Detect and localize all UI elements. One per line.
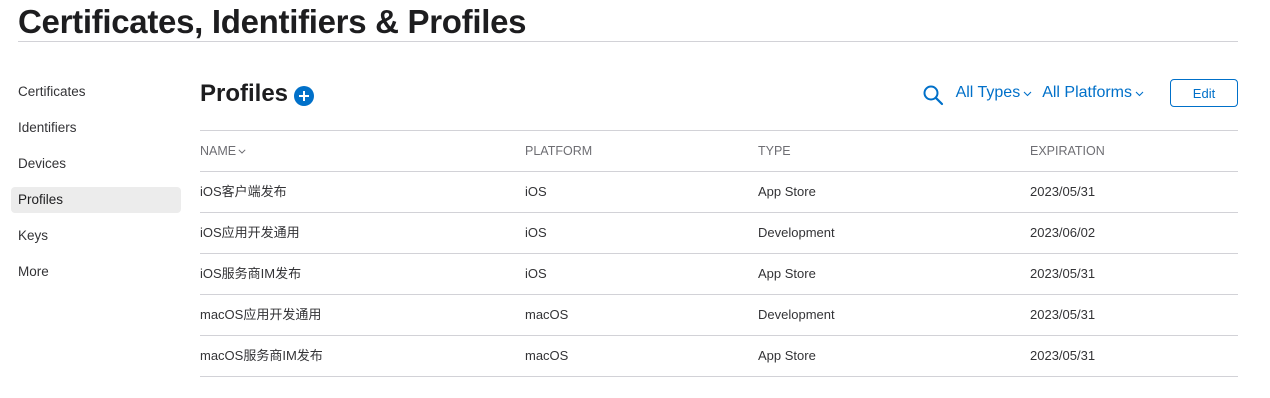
table-header-row: NAME PLATFORM TYPE EXPIRATION xyxy=(200,131,1238,172)
column-header-type: TYPE xyxy=(758,144,791,158)
edit-button[interactable]: Edit xyxy=(1170,79,1238,107)
column-header-name[interactable]: NAME xyxy=(200,131,246,171)
platform-filter-dropdown[interactable]: All Platforms xyxy=(1042,84,1144,102)
type-filter-dropdown[interactable]: All Types xyxy=(956,84,1033,102)
add-profile-icon[interactable] xyxy=(294,85,315,106)
profile-name: iOS应用开发通用 xyxy=(200,225,300,240)
table-row[interactable]: iOS应用开发通用 iOS Development 2023/06/02 xyxy=(200,213,1238,254)
toolbar: All Types All Platforms Edit xyxy=(922,79,1238,107)
sidebar-item-identifiers[interactable]: Identifiers xyxy=(11,115,181,141)
profile-name: iOS服务商IM发布 xyxy=(200,266,302,281)
profile-expiration: 2023/06/02 xyxy=(1030,225,1096,240)
sidebar: Certificates Identifiers Devices Profile… xyxy=(11,79,181,295)
sidebar-item-keys[interactable]: Keys xyxy=(11,223,181,249)
section-title: Profiles xyxy=(200,80,289,107)
chevron-down-icon xyxy=(1135,91,1144,97)
profile-name: iOS客户端发布 xyxy=(200,184,287,199)
page-title: Certificates, Identifiers & Profiles xyxy=(18,3,527,40)
type-filter-label: All Types xyxy=(955,84,1021,101)
table-row[interactable]: macOS服务商IM发布 macOS App Store 2023/05/31 xyxy=(200,336,1238,377)
profile-type: Development xyxy=(758,307,835,322)
search-icon[interactable] xyxy=(922,84,944,106)
profile-expiration: 2023/05/31 xyxy=(1030,266,1096,281)
chevron-down-icon xyxy=(1023,91,1032,97)
table-row[interactable]: macOS应用开发通用 macOS Development 2023/05/31 xyxy=(200,295,1238,336)
sidebar-item-devices[interactable]: Devices xyxy=(11,151,181,177)
profile-name: macOS应用开发通用 xyxy=(200,307,322,322)
profile-platform: iOS xyxy=(525,266,547,281)
profiles-table: NAME PLATFORM TYPE EXPIRATION iOS客户端发布 i… xyxy=(200,130,1238,377)
column-header-expiration: EXPIRATION xyxy=(1030,144,1105,158)
profile-expiration: 2023/05/31 xyxy=(1030,184,1096,199)
profile-platform: macOS xyxy=(525,348,569,363)
profile-platform: iOS xyxy=(525,225,547,240)
profile-type: App Store xyxy=(758,348,816,363)
sidebar-item-profiles[interactable]: Profiles xyxy=(11,187,181,213)
profile-type: Development xyxy=(758,225,835,240)
sort-chevron-down-icon xyxy=(238,149,246,154)
sidebar-item-certificates[interactable]: Certificates xyxy=(11,79,181,105)
profile-type: App Store xyxy=(758,266,816,281)
sidebar-item-more[interactable]: More xyxy=(11,259,181,285)
profile-name: macOS服务商IM发布 xyxy=(200,348,323,363)
platform-filter-label: All Platforms xyxy=(1042,84,1132,101)
title-divider xyxy=(18,41,1238,42)
section-header: Profiles xyxy=(200,77,315,111)
profile-expiration: 2023/05/31 xyxy=(1030,348,1096,363)
profile-platform: iOS xyxy=(525,184,547,199)
table-row[interactable]: iOS服务商IM发布 iOS App Store 2023/05/31 xyxy=(200,254,1238,295)
profile-expiration: 2023/05/31 xyxy=(1030,307,1096,322)
profile-type: App Store xyxy=(758,184,816,199)
column-header-platform: PLATFORM xyxy=(525,144,593,158)
profile-platform: macOS xyxy=(525,307,569,322)
table-row[interactable]: iOS客户端发布 iOS App Store 2023/05/31 xyxy=(200,172,1238,213)
